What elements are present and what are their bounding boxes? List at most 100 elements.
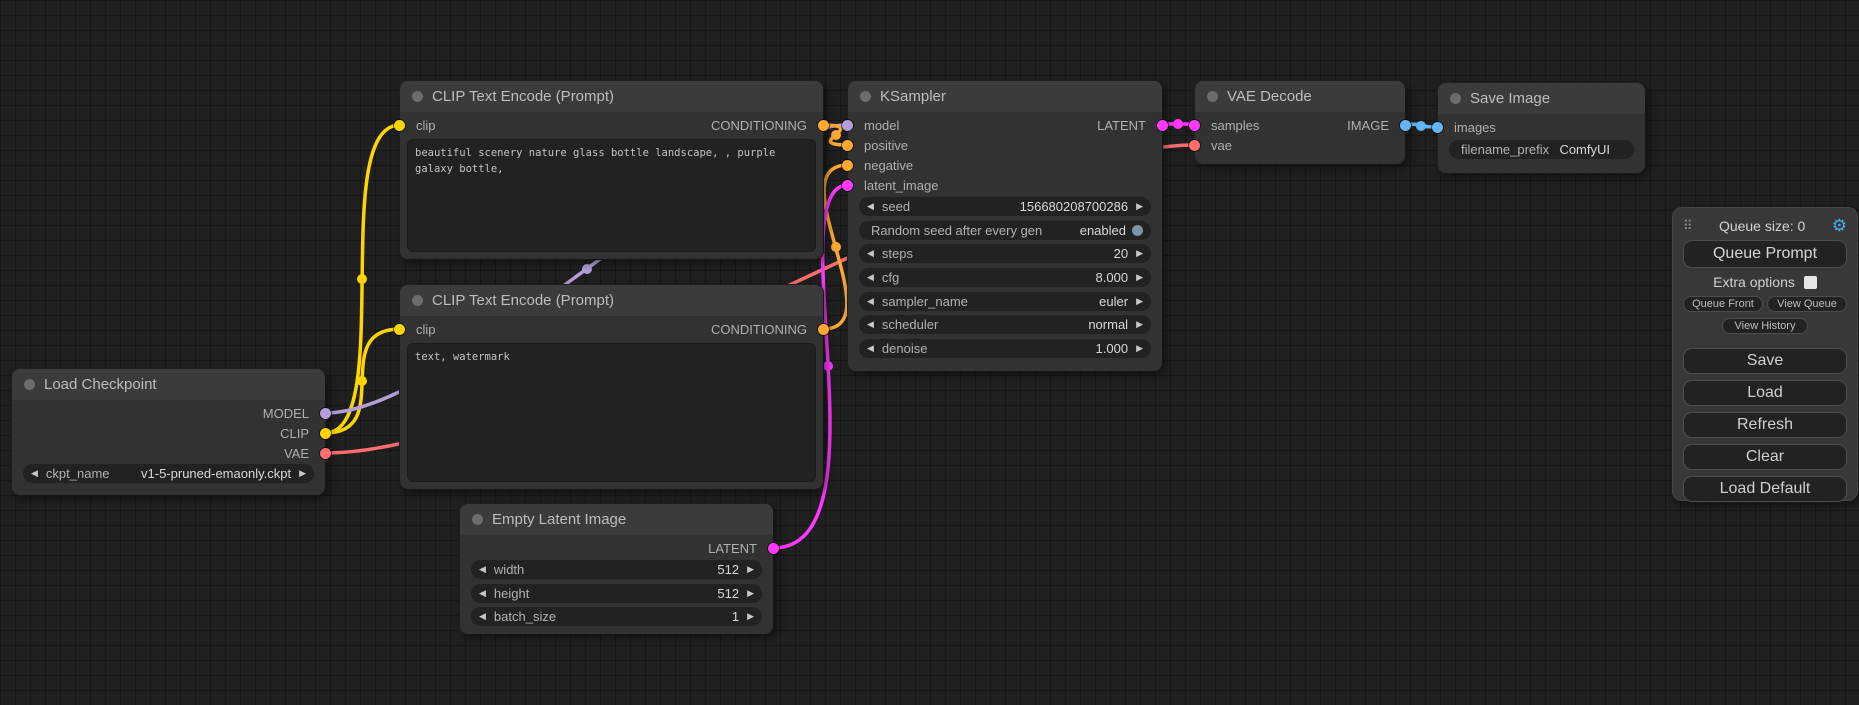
decrement-icon[interactable]: ◀ bbox=[479, 565, 486, 574]
input-slot-negative[interactable]: negative bbox=[848, 155, 913, 175]
queue-prompt-button[interactable]: Queue Prompt bbox=[1683, 240, 1847, 268]
node-save-image[interactable]: Save Image images filename_prefix ComfyU… bbox=[1438, 83, 1645, 173]
decrement-icon[interactable]: ◀ bbox=[867, 297, 874, 306]
increment-icon[interactable]: ▶ bbox=[747, 565, 754, 574]
input-slot-clip[interactable]: clip bbox=[400, 319, 436, 339]
increment-icon[interactable]: ▶ bbox=[747, 612, 754, 621]
input-dot-positive[interactable] bbox=[842, 140, 853, 151]
node-clip-text-encode-negative[interactable]: CLIP Text Encode (Prompt) clip CONDITION… bbox=[400, 285, 823, 489]
node-empty-latent-image[interactable]: Empty Latent Image LATENT ◀ width 512 ▶ … bbox=[460, 504, 773, 634]
node-title-bar[interactable]: Empty Latent Image bbox=[460, 504, 773, 535]
collapse-dot[interactable] bbox=[412, 91, 423, 102]
node-title-bar[interactable]: Load Checkpoint bbox=[12, 369, 325, 400]
node-graph-canvas[interactable]: Load Checkpoint MODEL CLIP VAE ◀ ckpt_na… bbox=[0, 0, 1859, 705]
input-dot-latent-image[interactable] bbox=[842, 180, 853, 191]
collapse-dot[interactable] bbox=[472, 514, 483, 525]
input-slot-samples[interactable]: samples bbox=[1195, 115, 1259, 135]
output-slot-clip[interactable]: CLIP bbox=[280, 423, 325, 443]
increment-icon[interactable]: ▶ bbox=[1136, 320, 1143, 329]
input-dot-images[interactable] bbox=[1432, 122, 1443, 133]
drag-handle-icon[interactable]: ⠿ bbox=[1683, 218, 1693, 234]
output-dot-conditioning[interactable] bbox=[818, 324, 829, 335]
decrement-icon[interactable]: ◀ bbox=[31, 469, 38, 478]
output-dot-vae[interactable] bbox=[320, 448, 331, 459]
decrement-icon[interactable]: ◀ bbox=[867, 273, 874, 282]
input-dot-samples[interactable] bbox=[1189, 120, 1200, 131]
load-button[interactable]: Load bbox=[1683, 380, 1847, 406]
input-slot-vae[interactable]: vae bbox=[1195, 135, 1232, 155]
widget-height[interactable]: ◀ height 512 ▶ bbox=[471, 584, 762, 603]
widget-width[interactable]: ◀ width 512 ▶ bbox=[471, 560, 762, 579]
collapse-dot[interactable] bbox=[1207, 91, 1218, 102]
node-ksampler[interactable]: KSampler model positive negative latent_… bbox=[848, 81, 1162, 371]
refresh-button[interactable]: Refresh bbox=[1683, 412, 1847, 438]
node-title-bar[interactable]: VAE Decode bbox=[1195, 81, 1405, 112]
output-slot-conditioning[interactable]: CONDITIONING bbox=[711, 115, 823, 135]
output-dot-conditioning[interactable] bbox=[818, 120, 829, 131]
extra-options-checkbox[interactable] bbox=[1804, 276, 1817, 289]
input-dot-negative[interactable] bbox=[842, 160, 853, 171]
node-title-bar[interactable]: CLIP Text Encode (Prompt) bbox=[400, 81, 823, 112]
output-dot-model[interactable] bbox=[320, 408, 331, 419]
widget-random-seed-toggle[interactable]: Random seed after every gen enabled bbox=[859, 221, 1151, 240]
increment-icon[interactable]: ▶ bbox=[1136, 273, 1143, 282]
widget-ckpt-name[interactable]: ◀ ckpt_name v1-5-pruned-emaonly.ckpt ▶ bbox=[23, 464, 314, 483]
widget-steps[interactable]: ◀ steps 20 ▶ bbox=[859, 244, 1151, 263]
collapse-dot[interactable] bbox=[860, 91, 871, 102]
decrement-icon[interactable]: ◀ bbox=[479, 612, 486, 621]
node-title-bar[interactable]: CLIP Text Encode (Prompt) bbox=[400, 285, 823, 316]
prompt-textarea[interactable]: text, watermark bbox=[408, 344, 815, 481]
view-queue-button[interactable]: View Queue bbox=[1767, 296, 1847, 312]
increment-icon[interactable]: ▶ bbox=[1136, 202, 1143, 211]
widget-filename-prefix[interactable]: filename_prefix ComfyUI bbox=[1449, 140, 1634, 159]
increment-icon[interactable]: ▶ bbox=[299, 469, 306, 478]
decrement-icon[interactable]: ◀ bbox=[867, 249, 874, 258]
save-button[interactable]: Save bbox=[1683, 348, 1847, 374]
node-title-bar[interactable]: KSampler bbox=[848, 81, 1162, 112]
settings-gear-icon[interactable]: ⚙ bbox=[1832, 217, 1847, 234]
input-slot-clip[interactable]: clip bbox=[400, 115, 436, 135]
increment-icon[interactable]: ▶ bbox=[747, 589, 754, 598]
node-clip-text-encode-positive[interactable]: CLIP Text Encode (Prompt) clip CONDITION… bbox=[400, 81, 823, 259]
queue-front-button[interactable]: Queue Front bbox=[1683, 296, 1763, 312]
output-slot-latent[interactable]: LATENT bbox=[708, 538, 773, 558]
widget-batch-size[interactable]: ◀ batch_size 1 ▶ bbox=[471, 607, 762, 626]
output-slot-model[interactable]: MODEL bbox=[263, 403, 325, 423]
output-dot-latent[interactable] bbox=[1157, 120, 1168, 131]
output-dot-latent[interactable] bbox=[768, 543, 779, 554]
increment-icon[interactable]: ▶ bbox=[1136, 344, 1143, 353]
collapse-dot[interactable] bbox=[412, 295, 423, 306]
collapse-dot[interactable] bbox=[1450, 93, 1461, 104]
widget-seed[interactable]: ◀ seed 156680208700286 ▶ bbox=[859, 197, 1151, 216]
output-dot-clip[interactable] bbox=[320, 428, 331, 439]
output-slot-vae[interactable]: VAE bbox=[284, 443, 325, 463]
input-dot-clip[interactable] bbox=[394, 120, 405, 131]
decrement-icon[interactable]: ◀ bbox=[867, 202, 874, 211]
view-history-button[interactable]: View History bbox=[1722, 318, 1809, 334]
increment-icon[interactable]: ▶ bbox=[1136, 249, 1143, 258]
widget-cfg[interactable]: ◀ cfg 8.000 ▶ bbox=[859, 268, 1151, 287]
input-dot-clip[interactable] bbox=[394, 324, 405, 335]
collapse-dot[interactable] bbox=[24, 379, 35, 390]
node-vae-decode[interactable]: VAE Decode samples vae IMAGE bbox=[1195, 81, 1405, 164]
prompt-textarea[interactable]: beautiful scenery nature glass bottle la… bbox=[408, 140, 815, 251]
input-slot-latent-image[interactable]: latent_image bbox=[848, 175, 938, 195]
toggle-indicator-icon[interactable] bbox=[1132, 225, 1143, 236]
decrement-icon[interactable]: ◀ bbox=[867, 320, 874, 329]
input-dot-vae[interactable] bbox=[1189, 140, 1200, 151]
output-dot-image[interactable] bbox=[1400, 120, 1411, 131]
output-slot-latent[interactable]: LATENT bbox=[1097, 115, 1162, 135]
widget-scheduler[interactable]: ◀ scheduler normal ▶ bbox=[859, 315, 1151, 334]
decrement-icon[interactable]: ◀ bbox=[479, 589, 486, 598]
widget-denoise[interactable]: ◀ denoise 1.000 ▶ bbox=[859, 339, 1151, 358]
input-slot-positive[interactable]: positive bbox=[848, 135, 908, 155]
node-title-bar[interactable]: Save Image bbox=[1438, 83, 1645, 114]
output-slot-conditioning[interactable]: CONDITIONING bbox=[711, 319, 823, 339]
decrement-icon[interactable]: ◀ bbox=[867, 344, 874, 353]
input-slot-images[interactable]: images bbox=[1438, 117, 1496, 137]
increment-icon[interactable]: ▶ bbox=[1136, 297, 1143, 306]
load-default-button[interactable]: Load Default bbox=[1683, 476, 1847, 502]
input-dot-model[interactable] bbox=[842, 120, 853, 131]
widget-sampler-name[interactable]: ◀ sampler_name euler ▶ bbox=[859, 292, 1151, 311]
input-slot-model[interactable]: model bbox=[848, 115, 899, 135]
